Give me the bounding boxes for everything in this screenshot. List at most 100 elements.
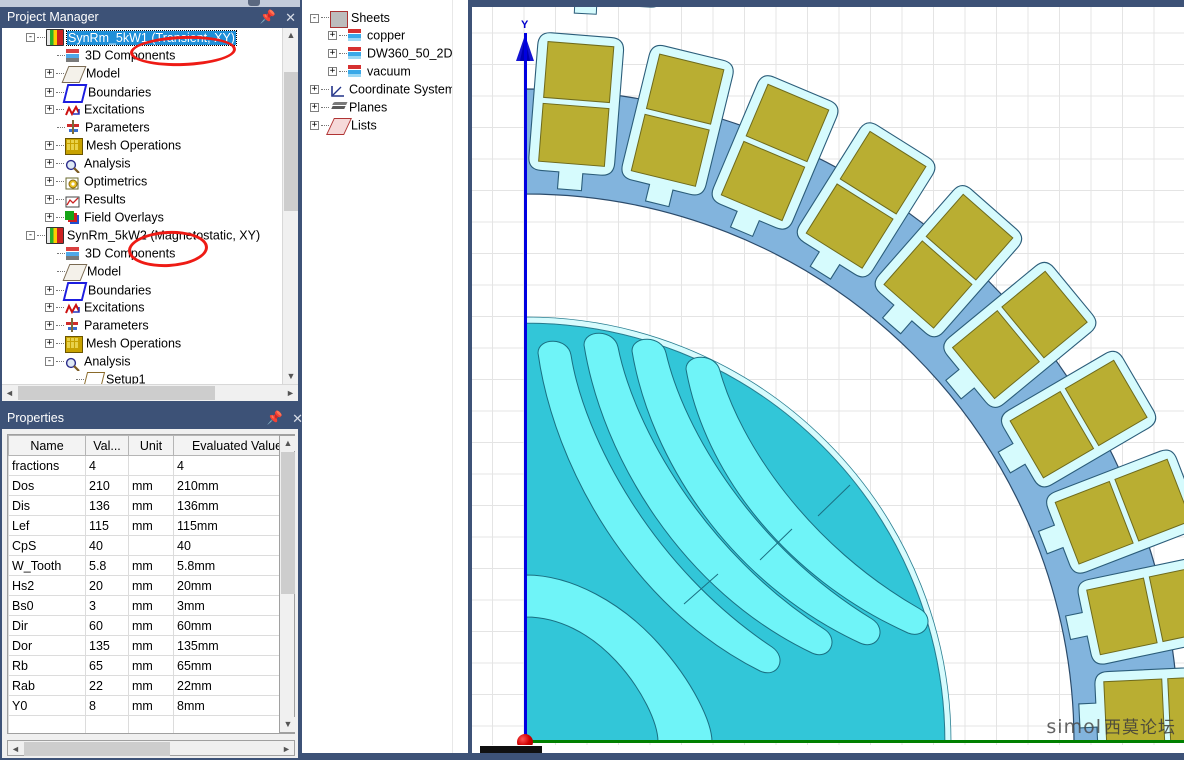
cell-name[interactable]: Dos [8, 475, 86, 496]
tree-item[interactable]: 3D Components [2, 46, 280, 64]
col-name-header[interactable]: Name [8, 435, 86, 456]
tree-item[interactable]: Parameters [2, 118, 280, 136]
tree-item[interactable]: + Planes [304, 98, 464, 117]
properties-scroll-right-arrow[interactable]: ► [279, 741, 294, 757]
tree-expander[interactable]: + [45, 88, 54, 97]
col-value-header[interactable]: Val... [85, 435, 129, 456]
properties-vscrollbar[interactable]: ▲ ▼ [279, 435, 296, 733]
model-tree-vscrollbar[interactable] [452, 0, 468, 753]
table-row[interactable]: Dis 136 mm 136mm [8, 495, 294, 516]
tree-item[interactable]: + Model [2, 64, 280, 84]
properties-scroll-down-arrow[interactable]: ▼ [280, 717, 296, 732]
cell-unit[interactable]: mm [128, 635, 174, 656]
tree-item[interactable]: + Boundaries [2, 82, 280, 103]
tree-item[interactable]: + DW360_50_2DSFC [304, 44, 468, 62]
cell-evaluated-value[interactable]: 4 [173, 455, 294, 476]
tree-expander[interactable]: + [328, 49, 337, 59]
cell-unit[interactable]: mm [128, 555, 174, 576]
cell-value[interactable]: 5.8 [85, 555, 129, 576]
cell-value[interactable]: 8 [85, 695, 129, 716]
cell-name[interactable]: Dor [8, 635, 86, 656]
cell-name[interactable]: Dis [8, 495, 86, 516]
cell-evaluated-value[interactable]: 8mm [173, 695, 294, 716]
cell-unit[interactable]: mm [128, 575, 174, 596]
tree-item[interactable]: + Parameters [2, 316, 280, 334]
tree-item[interactable]: + Mesh Operations [2, 334, 280, 353]
cell-value[interactable]: 136 [85, 495, 129, 516]
cell-value[interactable]: 20 [85, 575, 129, 596]
cell-unit[interactable]: mm [128, 695, 174, 716]
col-unit-header[interactable]: Unit [128, 435, 174, 456]
cell-name[interactable]: fractions [8, 455, 86, 476]
tree-expander[interactable]: + [45, 141, 54, 151]
table-row[interactable]: Bs0 3 mm 3mm [8, 595, 294, 616]
properties-pin-icon[interactable]: 📌 [267, 412, 283, 425]
table-row[interactable]: Rb 65 mm 65mm [8, 655, 294, 676]
tree-item[interactable]: 3D Components [2, 244, 280, 262]
table-row[interactable]: Dos 210 mm 210mm [8, 475, 294, 496]
table-row[interactable] [8, 715, 294, 733]
col-evaluated-value-header[interactable]: Evaluated Value [173, 435, 294, 456]
cell-name[interactable]: Y0 [8, 695, 86, 716]
tree-expander[interactable]: + [45, 321, 54, 331]
pin-icon[interactable]: 📌 [260, 11, 276, 24]
hscroll-thumb[interactable] [18, 386, 215, 400]
tree-item[interactable]: + Excitations [2, 298, 280, 316]
cell-evaluated-value[interactable]: 3mm [173, 595, 294, 616]
viewport-tab-strip[interactable] [480, 746, 542, 753]
cell-name[interactable]: Dir [8, 615, 86, 636]
tree-expander[interactable]: + [45, 286, 54, 295]
table-row[interactable]: W_Tooth 5.8 mm 5.8mm [8, 555, 294, 576]
cell-evaluated-value[interactable]: 22mm [173, 675, 294, 696]
tree-expander[interactable]: + [45, 303, 54, 313]
cell-evaluated-value[interactable]: 65mm [173, 655, 294, 676]
cell-value[interactable]: 210 [85, 475, 129, 496]
cell-unit[interactable]: mm [128, 515, 174, 536]
scroll-down-arrow[interactable]: ▼ [283, 369, 298, 384]
cell-name[interactable]: W_Tooth [8, 555, 86, 576]
table-row[interactable]: fractions 4 4 [8, 455, 294, 476]
tree-item[interactable]: + Excitations [2, 100, 280, 118]
cell-evaluated-value[interactable]: 60mm [173, 615, 294, 636]
cell-evaluated-value[interactable]: 40 [173, 535, 294, 556]
tree-expander[interactable]: + [45, 105, 54, 115]
tree-item[interactable]: - SynRm_5kW2 (Magnetostatic, XY) [2, 226, 280, 245]
tree-item[interactable]: + Coordinate Systems [304, 80, 464, 98]
tree-item[interactable]: + Boundaries [2, 280, 280, 301]
cell-unit[interactable] [128, 455, 174, 476]
cell-name[interactable]: CpS [8, 535, 86, 556]
scroll-left-arrow[interactable]: ◄ [2, 385, 17, 401]
properties-vscroll-thumb[interactable] [281, 452, 295, 594]
tree-expander[interactable]: + [310, 103, 319, 113]
project-tree-vscrollbar[interactable]: ▲ ▼ [282, 28, 298, 384]
cell-value[interactable]: 135 [85, 635, 129, 656]
cell-value[interactable]: 115 [85, 515, 129, 536]
cell-name[interactable]: Rb [8, 655, 86, 676]
tree-expander[interactable]: - [26, 33, 35, 43]
tree-item[interactable]: + copper [304, 26, 464, 44]
tree-item[interactable]: + vacuum [304, 62, 464, 80]
tree-expander[interactable]: + [45, 69, 54, 79]
project-tree[interactable]: - SynRm_5kW1 (Transient, XY) 3D Components… [2, 28, 280, 384]
tree-item[interactable]: - Sheets [304, 8, 464, 28]
cell-evaluated-value[interactable]: 136mm [173, 495, 294, 516]
cell-unit[interactable]: mm [128, 615, 174, 636]
tree-item[interactable]: + Mesh Operations [2, 136, 280, 155]
cell-evaluated-value[interactable]: 210mm [173, 475, 294, 496]
cell-name[interactable]: Lef [8, 515, 86, 536]
cell-evaluated-value[interactable]: 135mm [173, 635, 294, 656]
tree-item[interactable]: - SynRm_5kW1 (Transient, XY) [2, 28, 280, 47]
cell-name[interactable] [8, 715, 86, 733]
scroll-up-arrow[interactable]: ▲ [283, 28, 298, 43]
cell-name[interactable]: Bs0 [8, 595, 86, 616]
project-tree-hscrollbar[interactable]: ◄ ► [2, 384, 298, 401]
tree-expander[interactable]: + [45, 159, 54, 169]
vscroll-thumb[interactable] [284, 72, 298, 211]
3d-viewport[interactable]: Y simol 西莫论坛 [472, 7, 1184, 753]
tree-item[interactable]: - Analysis [2, 352, 280, 372]
tree-expander[interactable]: + [45, 339, 54, 349]
scroll-right-arrow[interactable]: ► [283, 385, 298, 401]
cell-value[interactable] [85, 715, 129, 733]
cell-value[interactable]: 60 [85, 615, 129, 636]
model-tree[interactable]: - Sheets + copper + DW360_50_2DSFC + vacuum + Coo… [304, 8, 468, 136]
